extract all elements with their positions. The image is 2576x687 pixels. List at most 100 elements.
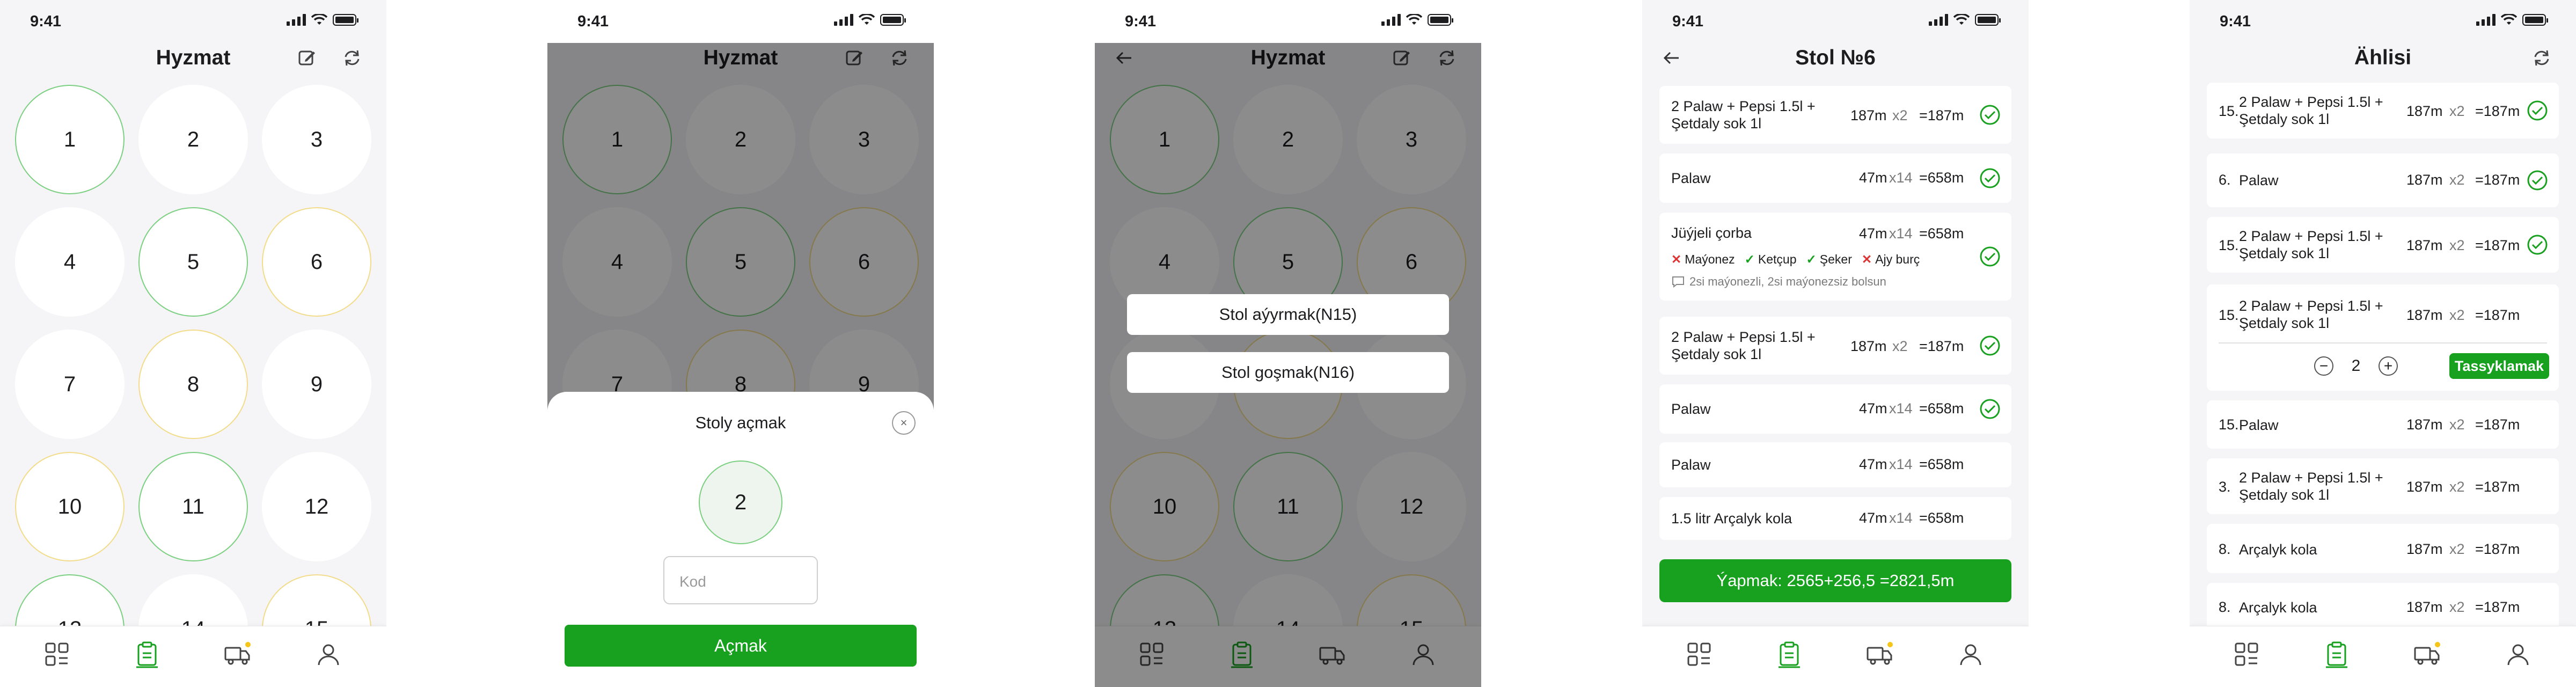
- order-row[interactable]: Palaw 47m x14 =658m: [1659, 154, 2011, 203]
- signal-icon: [2476, 14, 2496, 26]
- item-name: 2 Palaw + Pepsi 1.5l + Şetdaly sok 1l: [1671, 98, 1816, 131]
- screen-table-actions: 9:41 Hyzmat 1 2 3 4 5 6 7 8 9 10 11 12 1…: [1095, 0, 1481, 687]
- tab-menu[interactable]: [1684, 639, 1714, 669]
- table-button[interactable]: 2: [138, 85, 248, 194]
- plus-icon[interactable]: +: [2379, 356, 2398, 376]
- item-qty: x14: [1889, 456, 1913, 472]
- table-button[interactable]: 1: [15, 85, 125, 194]
- item-price: 187m: [2406, 103, 2443, 119]
- wifi-icon: [859, 14, 875, 25]
- open-button[interactable]: Açmak: [565, 625, 917, 667]
- modifier-tag: ✕ Ajy burç: [1862, 252, 1920, 267]
- check-circle-icon: [1980, 335, 2000, 356]
- order-row[interactable]: Palaw 47m x14 =658m: [1659, 384, 2011, 434]
- item-total: =187m: [2475, 416, 2520, 433]
- status-bar: 9:41: [1642, 0, 2029, 43]
- table-button[interactable]: 8: [138, 330, 248, 439]
- item-price: 187m: [2406, 541, 2443, 557]
- order-row[interactable]: 15. 2 Palaw + Pepsi 1.5l + Şetdaly sok 1…: [2207, 83, 2559, 138]
- edit-icon[interactable]: [294, 45, 320, 71]
- note-text: 2si maýonezli, 2si maýonezsiz bolsun: [1689, 275, 1886, 288]
- check-icon: ✓: [1806, 252, 1817, 266]
- tab-menu[interactable]: [2231, 639, 2262, 669]
- battery-icon: [2522, 14, 2548, 26]
- item-total: =187m: [2475, 237, 2520, 253]
- tab-delivery[interactable]: [222, 639, 252, 669]
- order-row[interactable]: 15. 2 Palaw + Pepsi 1.5l + Şetdaly sok 1…: [2207, 217, 2559, 273]
- confirm-button[interactable]: Tassyklamak: [2449, 353, 2549, 379]
- check-circle-icon: [2527, 100, 2548, 121]
- add-table-option[interactable]: Stol goşmak(N16): [1127, 352, 1449, 393]
- selected-table: 2: [699, 461, 782, 544]
- item-price: 47m: [1859, 170, 1887, 186]
- cross-icon: ✕: [1671, 252, 1682, 266]
- tab-delivery[interactable]: [1864, 639, 1894, 669]
- refresh-icon[interactable]: [2529, 45, 2555, 71]
- item-qty: x2: [1892, 107, 1908, 123]
- screen-all-orders: 9:41 Ählisi 15. 2 Palaw + Pepsi 1.5l + Ş…: [2190, 0, 2576, 687]
- tab-profile[interactable]: [313, 639, 343, 669]
- table-number: 8.: [2219, 599, 2231, 615]
- comment-icon: [1672, 276, 1684, 288]
- order-row-expanded[interactable]: 15. 2 Palaw + Pepsi 1.5l + Şetdaly sok 1…: [2207, 284, 2559, 391]
- order-row[interactable]: 1.5 litr Arçalyk kola 47m x14 =658m: [1659, 497, 2011, 540]
- table-button[interactable]: 6: [262, 207, 371, 317]
- order-row[interactable]: 2 Palaw + Pepsi 1.5l + Şetdaly sok 1l 18…: [1659, 86, 2011, 144]
- code-input[interactable]: Kod: [663, 556, 818, 604]
- item-price: 47m: [1859, 510, 1887, 526]
- tab-profile[interactable]: [2503, 639, 2533, 669]
- order-row[interactable]: Jüýjeli çorba 47m x14 =658m ✕ Maýonez ✓ Ke…: [1659, 213, 2011, 301]
- item-price: 187m: [2406, 307, 2443, 323]
- table-button[interactable]: 12: [262, 452, 371, 561]
- order-row[interactable]: 8. Arçalyk kola 187m x2 =187m: [2207, 583, 2559, 632]
- table-button[interactable]: 4: [15, 207, 125, 317]
- minus-icon[interactable]: −: [2314, 356, 2333, 376]
- order-row[interactable]: 6. Palaw 187m x2 =187m: [2207, 154, 2559, 207]
- order-row[interactable]: 3. 2 Palaw + Pepsi 1.5l + Şetdaly sok 1l…: [2207, 458, 2559, 514]
- page-title: Ählisi: [2354, 46, 2412, 69]
- order-row[interactable]: 8. Arçalyk kola 187m x2 =187m: [2207, 524, 2559, 573]
- table-button[interactable]: 9: [262, 330, 371, 439]
- item-qty: x2: [2449, 237, 2465, 253]
- status-bar: 9:41: [547, 0, 934, 43]
- modifier-label: Ajy burç: [1875, 252, 1920, 266]
- refresh-icon[interactable]: [339, 45, 365, 71]
- remove-table-option[interactable]: Stol aýyrmak(N15): [1127, 294, 1449, 335]
- check-circle-icon: [2527, 170, 2548, 191]
- tab-orders[interactable]: [1774, 639, 1804, 669]
- table-number: 3.: [2219, 479, 2231, 495]
- order-row[interactable]: Palaw 47m x14 =658m: [1659, 442, 2011, 487]
- tab-menu[interactable]: [42, 639, 72, 669]
- table-button[interactable]: 3: [262, 85, 371, 194]
- table-number: 15.: [2219, 416, 2239, 433]
- table-number: 6.: [2219, 172, 2231, 188]
- wifi-icon: [2501, 14, 2517, 25]
- tab-profile[interactable]: [1956, 639, 1986, 669]
- sheet-title: Stoly açmak: [695, 413, 786, 432]
- battery-icon: [333, 14, 358, 26]
- table-button[interactable]: 11: [138, 452, 248, 561]
- close-order-button[interactable]: Ýapmak: 2565+256,5 =2821,5m: [1659, 559, 2011, 602]
- item-name: Palaw: [2239, 172, 2279, 188]
- table-button[interactable]: 10: [15, 452, 125, 561]
- table-number: 15.: [2219, 307, 2239, 323]
- item-qty: x2: [2449, 172, 2465, 188]
- tab-bar: [0, 626, 386, 687]
- tab-orders[interactable]: [132, 639, 162, 669]
- order-row[interactable]: 15. Palaw 187m x2 =187m: [2207, 400, 2559, 449]
- tab-orders[interactable]: [2322, 639, 2352, 669]
- item-name: 2 Palaw + Pepsi 1.5l + Şetdaly sok 1l: [2239, 228, 2383, 261]
- close-icon[interactable]: ×: [892, 411, 916, 435]
- table-button[interactable]: 5: [138, 207, 248, 317]
- quantity-stepper: − 2 +: [2314, 356, 2398, 376]
- divider: [2219, 342, 2547, 344]
- order-row[interactable]: 2 Palaw + Pepsi 1.5l + Şetdaly sok 1l 18…: [1659, 317, 2011, 375]
- item-total: =187m: [2475, 479, 2520, 495]
- item-qty: x2: [1892, 338, 1908, 354]
- item-qty: x2: [2449, 479, 2465, 495]
- tab-delivery[interactable]: [2412, 639, 2442, 669]
- item-total: =658m: [1919, 456, 1964, 472]
- status-bar: 9:41: [2190, 0, 2576, 43]
- item-total: =187m: [1919, 107, 1964, 123]
- table-button[interactable]: 7: [15, 330, 125, 439]
